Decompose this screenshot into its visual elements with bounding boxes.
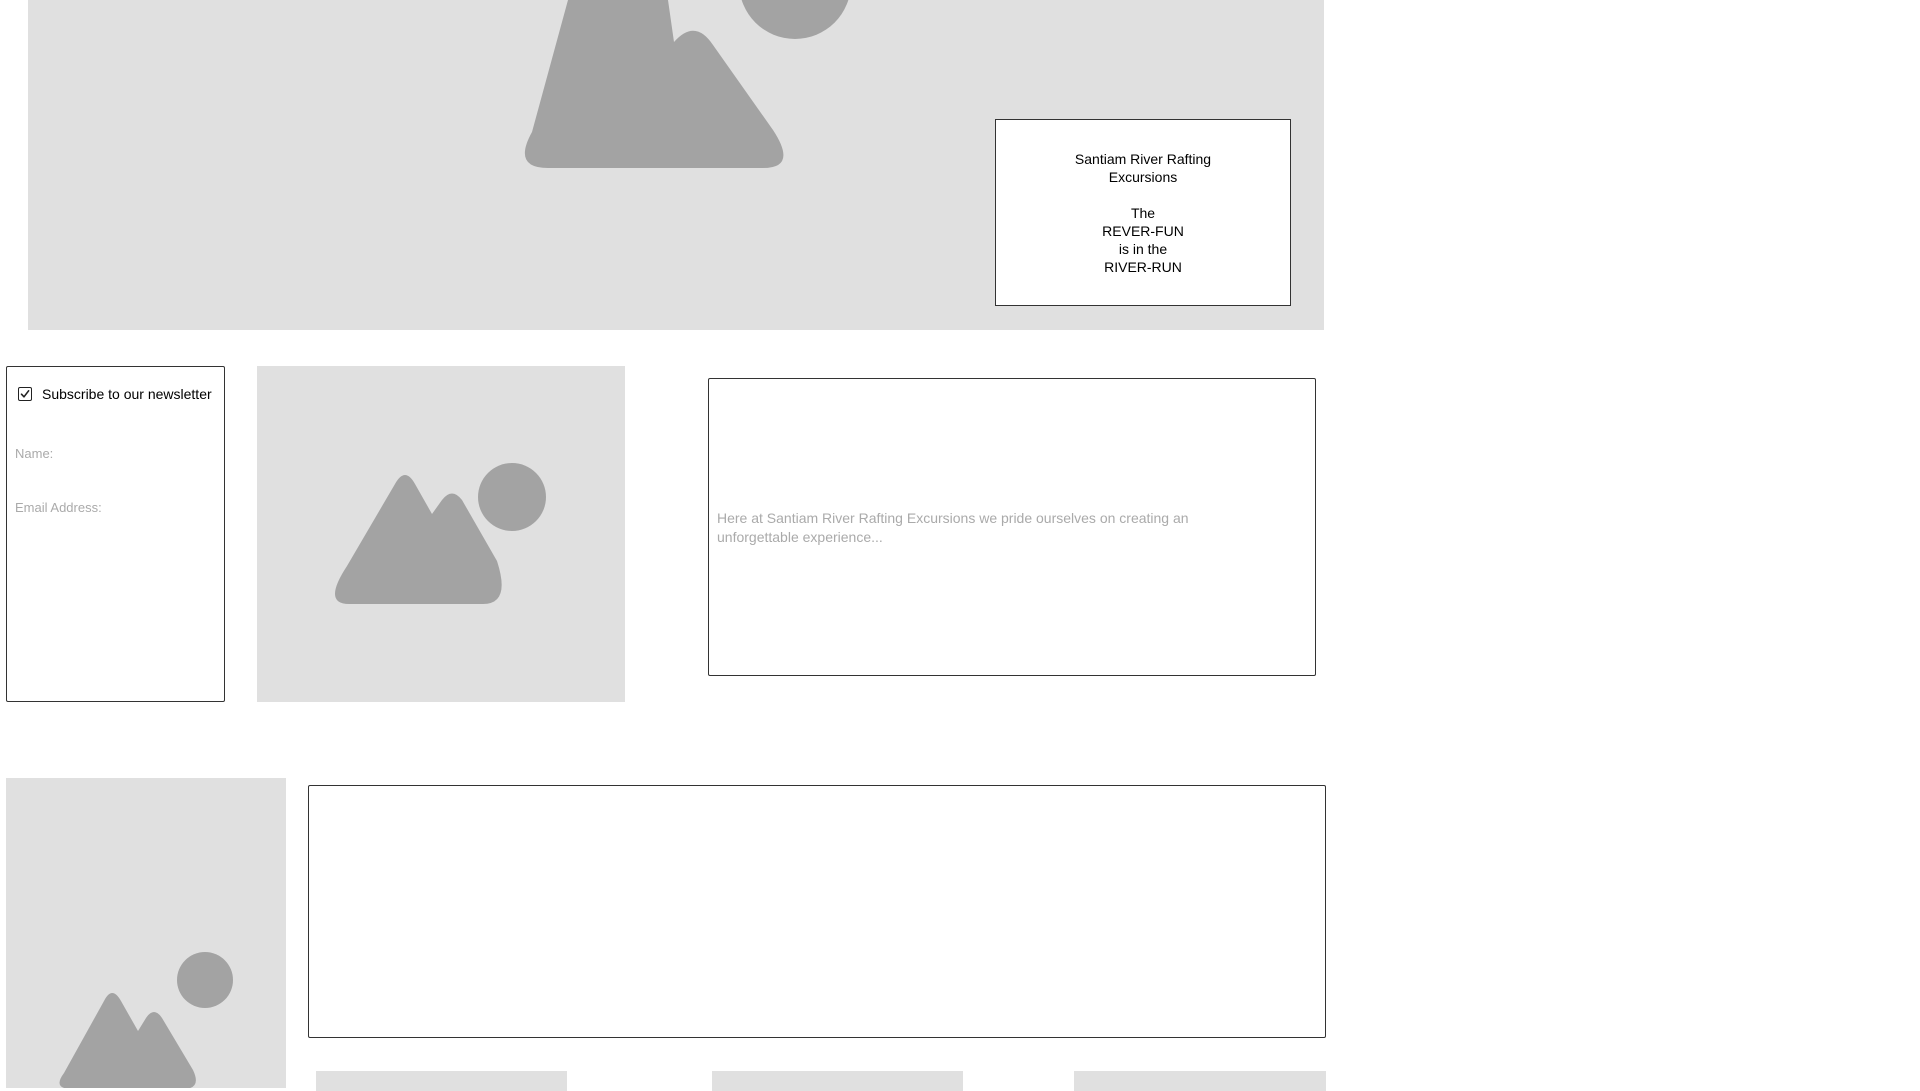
hero-title-card: Santiam River Rafting Excursions The REV… bbox=[995, 119, 1291, 306]
intro-text-box[interactable]: Here at Santiam River Rafting Excursions… bbox=[708, 378, 1316, 676]
intro-paragraph: Here at Santiam River Rafting Excursions… bbox=[717, 510, 1189, 545]
hero-slogan-line-1: The bbox=[1130, 205, 1156, 221]
image-placeholder-icon bbox=[59, 952, 233, 1088]
thumbnail-image-1 bbox=[316, 1071, 567, 1091]
hero-slogan-line-4: RIVER-RUN bbox=[1104, 259, 1182, 275]
thumbnail-image-2 bbox=[712, 1071, 963, 1091]
hero-image: Santiam River Rafting Excursions The REV… bbox=[28, 0, 1324, 330]
hero-card-spacer bbox=[996, 186, 1290, 204]
gallery-image bbox=[6, 778, 286, 1088]
hero-slogan-line-2: REVER-FUN bbox=[1102, 223, 1184, 239]
newsletter-panel: Subscribe to our newsletter Name: Email … bbox=[6, 366, 225, 702]
thumbnail-image-3 bbox=[1074, 1071, 1326, 1091]
content-image bbox=[257, 366, 625, 702]
email-field[interactable]: Email Address: bbox=[15, 500, 102, 515]
details-text-box[interactable] bbox=[308, 785, 1326, 1038]
hero-title-line-1: Santiam River Rafting bbox=[1074, 151, 1212, 167]
image-placeholder-icon bbox=[334, 463, 546, 604]
checkmark-icon bbox=[20, 390, 30, 398]
subscribe-checkbox[interactable] bbox=[18, 387, 32, 401]
subscribe-checkbox-label: Subscribe to our newsletter bbox=[42, 386, 212, 402]
hero-title-line-2: Excursions bbox=[1108, 169, 1178, 185]
name-field[interactable]: Name: bbox=[15, 446, 53, 461]
subscribe-checkbox-row[interactable]: Subscribe to our newsletter bbox=[18, 385, 212, 403]
hero-slogan-line-3: is in the bbox=[1118, 241, 1168, 257]
